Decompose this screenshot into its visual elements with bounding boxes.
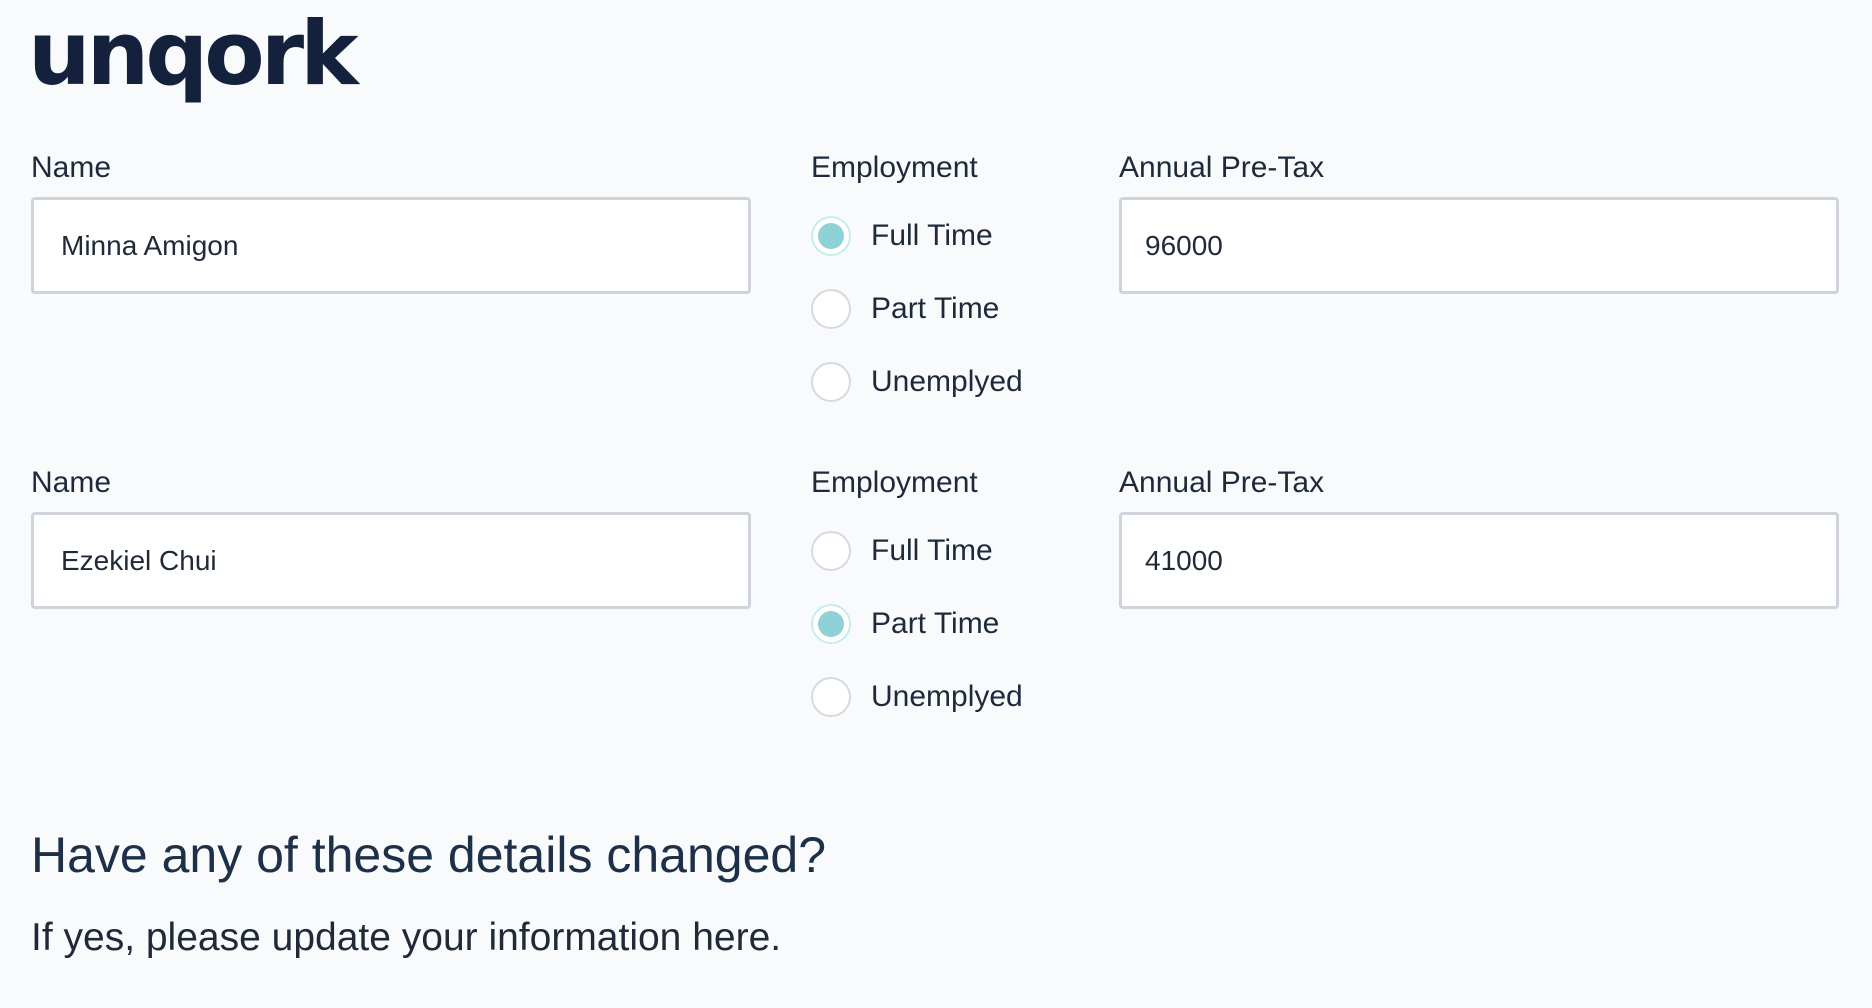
name-label: Name	[31, 151, 112, 184]
employment-label: Employment	[811, 466, 978, 499]
radio-button[interactable]	[811, 677, 851, 717]
annual-pre-tax-input[interactable]: 41000	[1119, 512, 1839, 609]
radio-label: Part Time	[871, 607, 1000, 640]
radio-button-checked[interactable]	[811, 216, 851, 256]
name-input-value: Minna Amigon	[61, 229, 239, 261]
radio-label: Unemplyed	[871, 365, 1023, 398]
name-input[interactable]: Ezekiel Chui	[31, 512, 751, 609]
employment-radio-group: Full Time Part Time Unemplyed	[811, 531, 1023, 750]
update-information-text: If yes, please update your information h…	[31, 916, 782, 959]
employment-label: Employment	[811, 151, 978, 184]
radio-button-checked[interactable]	[811, 604, 851, 644]
radio-label: Full Time	[871, 219, 993, 252]
radio-option-part-time[interactable]: Part Time	[811, 289, 1023, 329]
unqork-logo: unqork	[28, 2, 359, 105]
name-label: Name	[31, 466, 112, 499]
radio-option-unemployed[interactable]: Unemplyed	[811, 362, 1023, 402]
radio-option-part-time[interactable]: Part Time	[811, 604, 1023, 644]
annual-pre-tax-input[interactable]: 96000	[1119, 197, 1839, 294]
employee-row: Name Ezekiel Chui Employment Full Time P…	[0, 463, 1872, 763]
radio-option-unemployed[interactable]: Unemplyed	[811, 677, 1023, 717]
radio-button[interactable]	[811, 531, 851, 571]
name-input-value: Ezekiel Chui	[61, 544, 217, 576]
radio-label: Full Time	[871, 534, 993, 567]
name-input[interactable]: Minna Amigon	[31, 197, 751, 294]
radio-option-full-time[interactable]: Full Time	[811, 531, 1023, 571]
annual-pre-tax-label: Annual Pre-Tax	[1119, 151, 1325, 184]
radio-button[interactable]	[811, 362, 851, 402]
employment-radio-group: Full Time Part Time Unemplyed	[811, 216, 1023, 435]
radio-button[interactable]	[811, 289, 851, 329]
employee-row: Name Minna Amigon Employment Full Time P…	[0, 148, 1872, 448]
annual-pre-tax-value: 96000	[1145, 229, 1223, 261]
details-changed-heading: Have any of these details changed?	[31, 827, 826, 883]
radio-label: Unemplyed	[871, 680, 1023, 713]
annual-pre-tax-value: 41000	[1145, 544, 1223, 576]
radio-label: Part Time	[871, 292, 1000, 325]
radio-option-full-time[interactable]: Full Time	[811, 216, 1023, 256]
annual-pre-tax-label: Annual Pre-Tax	[1119, 466, 1325, 499]
